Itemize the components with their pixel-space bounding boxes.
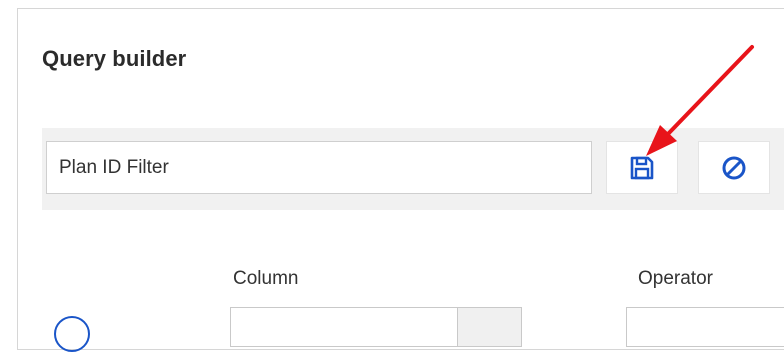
column-select[interactable] <box>230 307 522 347</box>
page-title: Query builder <box>42 46 187 71</box>
operator-label: Operator <box>638 268 713 289</box>
save-icon <box>630 156 654 179</box>
operator-select[interactable] <box>626 307 784 347</box>
column-dropdown-toggle[interactable] <box>457 308 521 346</box>
condition-radio[interactable] <box>54 316 90 352</box>
cancel-icon <box>722 156 746 179</box>
column-label: Column <box>233 268 299 289</box>
filter-name-input[interactable] <box>46 141 592 194</box>
clear-button[interactable] <box>698 141 770 194</box>
save-button[interactable] <box>606 141 678 194</box>
query-toolbar <box>42 128 784 210</box>
